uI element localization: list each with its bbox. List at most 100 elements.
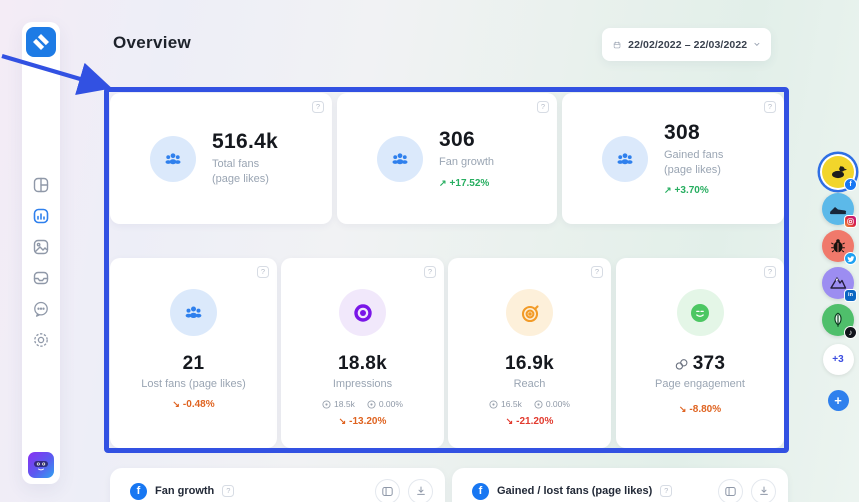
help-icon[interactable]: ? — [764, 101, 776, 113]
chat-icon[interactable] — [32, 300, 50, 318]
fans-people-icon — [602, 136, 648, 182]
stat-card-gained-fans: ? 308 Gained fans(page likes) ↗ +3.70% — [562, 93, 784, 224]
table-view-button[interactable] — [718, 479, 743, 502]
stat-label: Reach — [514, 377, 546, 392]
account-avatar-tiktok[interactable]: ♪ — [822, 304, 854, 336]
stat-value: 308 — [664, 121, 723, 145]
facebook-icon: f — [472, 483, 489, 500]
twitter-badge-icon — [844, 252, 857, 265]
trend-up-icon: ↗ — [664, 185, 672, 196]
stat-value-row: 373 — [675, 353, 726, 375]
sidebar-nav — [22, 176, 60, 349]
chart-title: Fan growth — [155, 485, 214, 497]
beetle-avatar-icon — [829, 237, 847, 255]
sidebar — [22, 22, 60, 484]
analytics-icon[interactable] — [32, 207, 50, 225]
chevron-down-icon — [754, 41, 760, 48]
trend-up-icon: ↗ — [439, 178, 447, 189]
trend-down-icon: ↘ — [679, 404, 687, 415]
table-view-button[interactable] — [375, 479, 400, 502]
table-view-icon — [381, 485, 394, 498]
mini-stat-icon — [534, 400, 543, 409]
help-icon[interactable]: ? — [312, 101, 324, 113]
chart-card-gained-lost-fans: f Gained / lost fans (page likes) ? — [452, 468, 788, 502]
account-avatar-facebook[interactable]: f — [822, 156, 854, 188]
stat-change: ↘ -21.20% — [506, 416, 554, 427]
app-logo[interactable] — [26, 27, 56, 57]
stat-label: Gained fans(page likes) — [664, 148, 723, 179]
stat-label: Total fans(page likes) — [212, 157, 278, 188]
reactions-icon — [675, 358, 688, 371]
inbox-icon[interactable] — [32, 269, 50, 287]
posts-icon[interactable] — [32, 238, 50, 256]
stat-card-page-engagement: ? 373 Page engagement ↘ -8.80% — [616, 258, 784, 448]
mini-stat-icon — [367, 400, 376, 409]
trend-down-icon: ↘ — [506, 416, 514, 427]
help-icon[interactable]: ? — [222, 485, 234, 497]
facebook-icon: f — [130, 483, 147, 500]
stat-label: Page engagement — [655, 377, 745, 392]
date-range-value: 22/02/2022 – 22/03/2022 — [628, 39, 747, 51]
stat-value: 21 — [183, 353, 205, 375]
stat-breakdown: 18.5k 0.00% — [322, 399, 403, 409]
stat-card-reach: ? 16.9k Reach 16.5k 0.00% ↘ -21.20% — [448, 258, 611, 448]
impressions-eye-icon — [339, 289, 386, 336]
reach-target-icon — [506, 289, 553, 336]
calendar-icon — [613, 38, 621, 52]
settings-icon[interactable] — [32, 331, 50, 349]
help-icon[interactable]: ? — [424, 266, 436, 278]
help-icon[interactable]: ? — [591, 266, 603, 278]
page-title: Overview — [113, 33, 191, 53]
download-button[interactable] — [751, 479, 776, 502]
accounts-rail: f in ♪ +3 + — [818, 156, 858, 411]
mini-stat-icon — [489, 400, 498, 409]
chart-title: Gained / lost fans (page likes) — [497, 485, 652, 497]
facebook-badge-icon: f — [844, 178, 857, 191]
stat-value: 306 — [439, 128, 494, 152]
stat-value: 18.8k — [338, 353, 387, 375]
chart-card-fan-growth: f Fan growth ? — [110, 468, 445, 502]
more-accounts-button[interactable]: +3 — [823, 344, 854, 375]
avatar-face-icon — [32, 456, 50, 474]
logo-pinwheel-icon — [31, 32, 51, 52]
help-icon[interactable]: ? — [764, 266, 776, 278]
add-account-button[interactable]: + — [828, 390, 849, 411]
engagement-smiley-icon — [677, 289, 724, 336]
date-range-picker[interactable]: 22/02/2022 – 22/03/2022 — [602, 28, 771, 61]
trend-down-icon: ↘ — [339, 416, 347, 427]
stat-change: ↘ -13.20% — [339, 416, 387, 427]
stat-label: Lost fans (page likes) — [141, 377, 246, 392]
stat-card-impressions: ? 18.8k Impressions 18.5k 0.00% ↘ -13.20… — [281, 258, 444, 448]
user-avatar[interactable] — [28, 452, 54, 478]
fans-people-icon — [150, 136, 196, 182]
stat-breakdown: 16.5k 0.00% — [489, 399, 570, 409]
download-button[interactable] — [408, 479, 433, 502]
stat-label: Impressions — [333, 377, 392, 392]
account-avatar-linkedin[interactable]: in — [822, 267, 854, 299]
stat-card-total-fans: ? 516.4k Total fans(page likes) — [110, 93, 332, 224]
stat-value: 16.9k — [505, 353, 554, 375]
help-icon[interactable]: ? — [257, 266, 269, 278]
stat-change: ↘ -0.48% — [172, 399, 214, 410]
linkedin-badge-icon: in — [844, 289, 857, 302]
help-icon[interactable]: ? — [537, 101, 549, 113]
stat-change: ↗ +3.70% — [664, 185, 723, 196]
account-avatar-twitter[interactable] — [822, 230, 854, 262]
download-icon — [415, 485, 427, 497]
help-icon[interactable]: ? — [660, 485, 672, 497]
dashboard-page: Overview 22/02/2022 – 22/03/2022 ? 516.4… — [0, 0, 859, 502]
instagram-badge-icon — [844, 215, 857, 228]
stat-card-fan-growth: ? 306 Fan growth ↗ +17.52% — [337, 93, 557, 224]
stat-label: Fan growth — [439, 155, 494, 170]
stat-change: ↗ +17.52% — [439, 178, 494, 189]
trend-down-icon: ↘ — [172, 399, 180, 410]
fans-people-icon — [170, 289, 217, 336]
annotation-arrow — [0, 50, 130, 98]
account-avatar-instagram[interactable] — [822, 193, 854, 225]
stat-value: 516.4k — [212, 130, 278, 154]
fans-people-icon — [377, 136, 423, 182]
stat-change: ↘ -8.80% — [679, 404, 721, 415]
dashboard-icon[interactable] — [32, 176, 50, 194]
leaf-avatar-icon — [829, 311, 847, 329]
table-view-icon — [724, 485, 737, 498]
